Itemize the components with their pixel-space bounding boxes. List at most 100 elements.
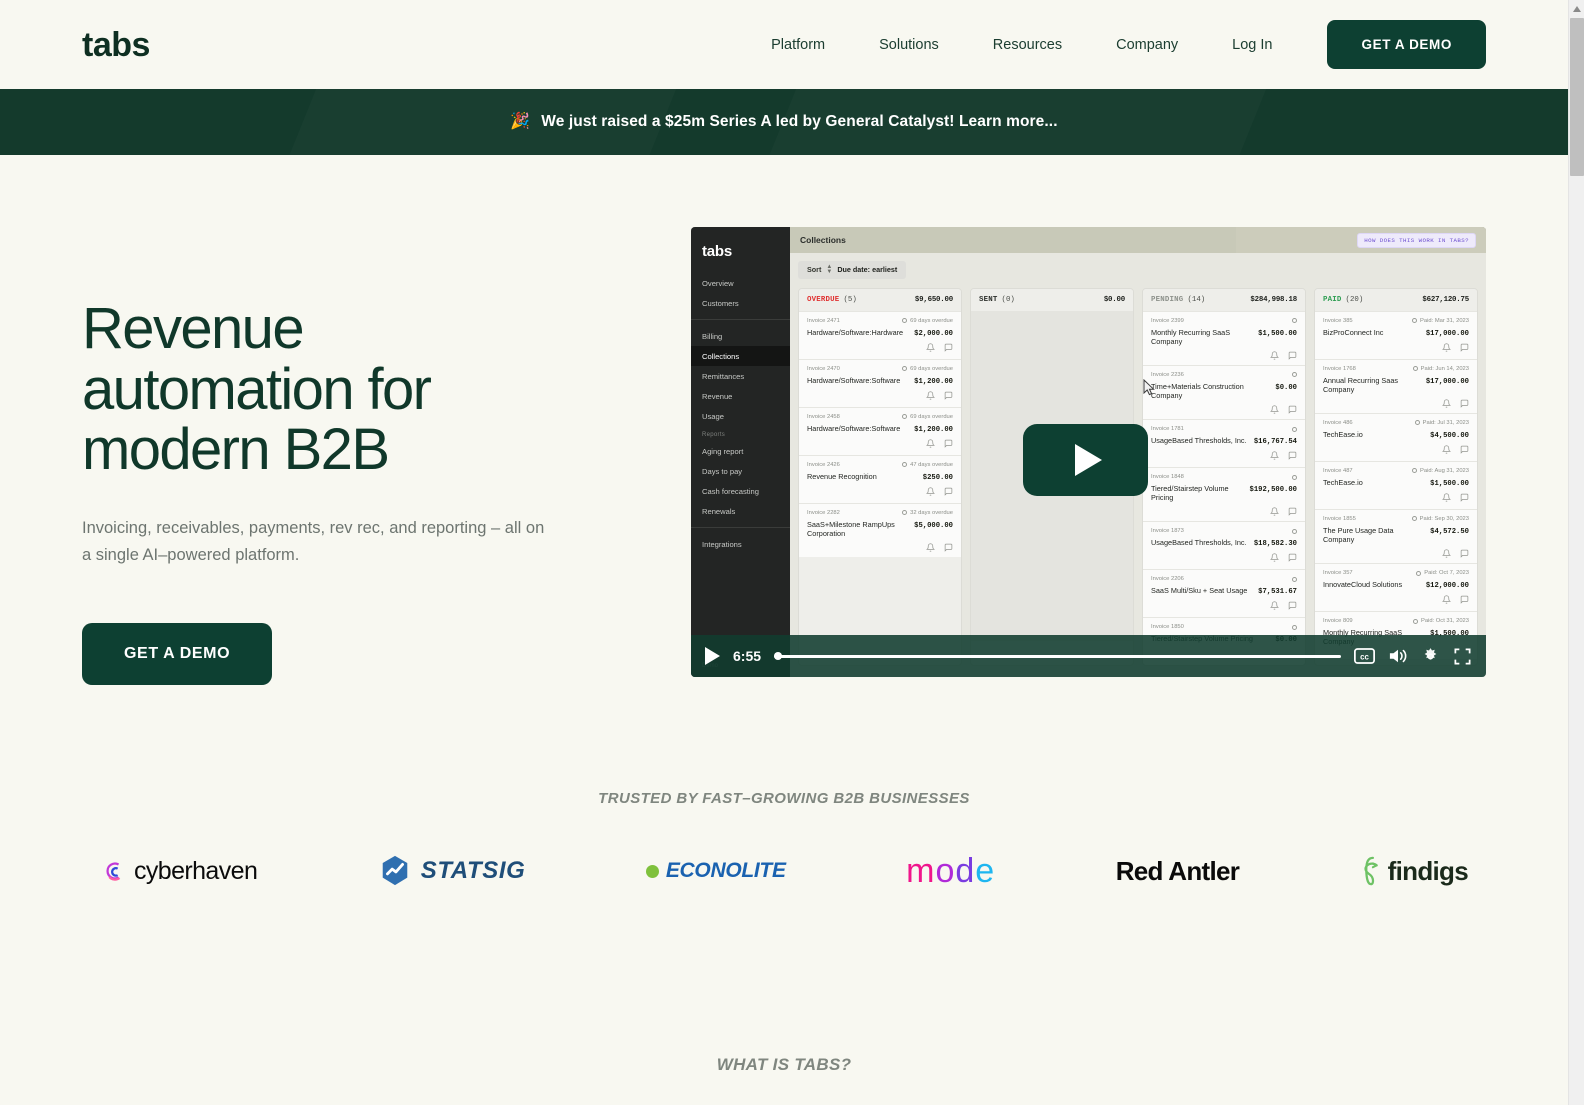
- sidebar-item-cash-forecasting[interactable]: Cash forecasting: [691, 481, 790, 501]
- invoice-card[interactable]: Invoice 487 Paid: Aug 31, 2023 TechEase.i…: [1315, 460, 1477, 509]
- sidebar-item-integrations[interactable]: Integrations: [691, 534, 790, 554]
- announcement-banner[interactable]: 🎉 We just raised a $25m Series A led by …: [0, 89, 1568, 155]
- comment-icon[interactable]: [1288, 507, 1297, 517]
- comment-icon[interactable]: [1288, 405, 1297, 414]
- invoice-amount: $0.00: [1275, 383, 1297, 392]
- logo-cyberhaven: cyberhaven: [100, 847, 258, 895]
- how-does-this-work-badge[interactable]: HOW DOES THIS WORK IN TABS?: [1357, 232, 1476, 248]
- bell-icon[interactable]: [1442, 493, 1451, 502]
- sidebar-item-billing[interactable]: Billing: [691, 326, 790, 346]
- scrollbar-thumb[interactable]: [1570, 18, 1584, 176]
- bell-icon[interactable]: [1270, 507, 1279, 516]
- invoice-card[interactable]: Invoice 2470 69 days overdue Hardware/Sof…: [799, 358, 961, 407]
- invoice-meta: Paid: Sep 30, 2023: [1419, 515, 1469, 522]
- volume-icon[interactable]: [1388, 647, 1408, 665]
- bell-icon[interactable]: [926, 486, 935, 496]
- bell-icon[interactable]: [926, 390, 935, 400]
- bell-icon[interactable]: [1270, 601, 1279, 610]
- invoice-card[interactable]: Invoice 2471 69 days overdue Hardware/Sof…: [799, 310, 961, 359]
- invoice-customer: TechEase.io: [1323, 429, 1363, 439]
- clock-icon: [1292, 372, 1297, 378]
- hero-get-a-demo-button[interactable]: GET A DEMO: [82, 623, 273, 686]
- sidebar-item-revenue[interactable]: Revenue: [691, 386, 790, 406]
- sidebar-item-aging-report[interactable]: Aging report: [691, 441, 790, 461]
- bell-icon[interactable]: [1270, 405, 1279, 414]
- bell-icon[interactable]: [1270, 553, 1279, 562]
- play-pause-icon[interactable]: [705, 647, 720, 665]
- scrollbar-up-arrow-icon[interactable]: [1569, 0, 1584, 17]
- column-count-pending: (14): [1187, 295, 1206, 304]
- invoice-meta: 69 days overdue: [910, 413, 953, 420]
- sidebar-item-overview[interactable]: Overview: [691, 273, 790, 293]
- comment-icon[interactable]: [944, 487, 953, 496]
- invoice-card[interactable]: Invoice 1848 Tiered/Stairstep Volume Pri…: [1143, 467, 1305, 522]
- nav-item-solutions[interactable]: Solutions: [852, 27, 966, 63]
- comment-icon[interactable]: [1460, 399, 1469, 408]
- video-progress-knob[interactable]: [774, 652, 783, 660]
- invoice-amount: $18,582.30: [1253, 540, 1297, 549]
- invoice-card[interactable]: Invoice 486 Paid: Jul 31, 2023 TechEase.i…: [1315, 412, 1477, 461]
- site-logo[interactable]: tabs: [82, 28, 150, 62]
- invoice-amount: $250.00: [922, 473, 953, 482]
- invoice-card[interactable]: Invoice 1768 Paid: Jun 14, 2023 Annual Re…: [1315, 358, 1477, 413]
- closed-captions-icon[interactable]: cc: [1354, 648, 1375, 664]
- comment-icon[interactable]: [944, 543, 953, 552]
- settings-gear-icon[interactable]: [1421, 647, 1440, 666]
- sidebar-item-remittances[interactable]: Remittances: [691, 366, 790, 386]
- invoice-card[interactable]: Invoice 2426 47 days overdue Revenue Reco…: [799, 454, 961, 503]
- nav-item-login[interactable]: Log In: [1205, 27, 1299, 63]
- comment-icon[interactable]: [944, 343, 953, 352]
- comment-icon[interactable]: [1460, 549, 1469, 558]
- bell-icon[interactable]: [1270, 451, 1279, 460]
- comment-icon[interactable]: [1460, 595, 1469, 604]
- invoice-card[interactable]: Invoice 2282 32 days overdue SaaS+Milesto…: [799, 502, 961, 557]
- invoice-card[interactable]: Invoice 357 Paid: Oct 7, 2023 InnovateClo…: [1315, 563, 1477, 612]
- bell-icon[interactable]: [926, 342, 935, 352]
- bell-icon[interactable]: [1442, 445, 1451, 454]
- nav-item-platform[interactable]: Platform: [744, 27, 852, 63]
- nav-item-resources[interactable]: Resources: [966, 27, 1089, 63]
- bell-icon[interactable]: [1442, 595, 1451, 604]
- column-header-pending: PENDING (14) $284,998.18: [1143, 288, 1305, 311]
- nav-item-company[interactable]: Company: [1089, 27, 1205, 63]
- bell-icon[interactable]: [926, 543, 935, 552]
- invoice-card[interactable]: Invoice 2458 69 days overdue Hardware/Sof…: [799, 406, 961, 455]
- video-play-button[interactable]: [1023, 424, 1148, 496]
- product-demo-video[interactable]: tabs Overview Customers Billing Collecti…: [691, 227, 1486, 677]
- bell-icon[interactable]: [1442, 549, 1451, 558]
- comment-icon[interactable]: [1288, 351, 1297, 360]
- invoice-card[interactable]: Invoice 2236 Time+Materials Construction…: [1143, 364, 1305, 420]
- bell-icon[interactable]: [1442, 342, 1451, 352]
- sidebar-item-days-to-pay[interactable]: Days to pay: [691, 461, 790, 481]
- sidebar-item-renewals[interactable]: Renewals: [691, 501, 790, 521]
- invoice-card[interactable]: Invoice 2399 Monthly Recurring SaaS Comp…: [1143, 310, 1305, 365]
- column-header-paid: PAID (20) $627,120.75: [1315, 288, 1477, 311]
- sidebar-group-label-reports: Reports: [702, 432, 726, 438]
- comment-icon[interactable]: [1288, 601, 1297, 611]
- video-progress-slider[interactable]: [774, 652, 1341, 660]
- header-get-a-demo-button[interactable]: GET A DEMO: [1327, 20, 1486, 69]
- comment-icon[interactable]: [1460, 493, 1469, 502]
- sidebar-item-customers[interactable]: Customers: [691, 293, 790, 313]
- sidebar-item-usage[interactable]: Usage: [691, 406, 790, 426]
- comment-icon[interactable]: [1460, 343, 1469, 352]
- comment-icon[interactable]: [1460, 445, 1469, 454]
- comment-icon[interactable]: [944, 391, 953, 400]
- sort-control[interactable]: Sort ▲ ▼ Due date: earliest: [798, 261, 907, 279]
- invoice-card[interactable]: Invoice 1855 Paid: Sep 30, 2023 The Pure …: [1315, 508, 1477, 564]
- sidebar-item-collections[interactable]: Collections: [691, 346, 790, 366]
- invoice-card[interactable]: Invoice 2206 SaaS Multi/Sku + Seat Usage…: [1143, 569, 1305, 618]
- bell-icon[interactable]: [1442, 399, 1451, 408]
- bell-icon[interactable]: [926, 438, 935, 448]
- invoice-card[interactable]: Invoice 1781 UsageBased Thresholds, Inc.…: [1143, 419, 1305, 468]
- page-scrollbar[interactable]: [1568, 0, 1584, 1105]
- comment-icon[interactable]: [1288, 451, 1297, 460]
- bell-icon[interactable]: [1270, 351, 1279, 360]
- comment-icon[interactable]: [944, 439, 953, 448]
- invoice-card[interactable]: Invoice 385 Paid: Mar 31, 2023 BizProConn…: [1315, 310, 1477, 359]
- clock-icon: [902, 510, 908, 516]
- invoice-card[interactable]: Invoice 1873 UsageBased Thresholds, Inc.…: [1143, 521, 1305, 570]
- fullscreen-icon[interactable]: [1453, 647, 1472, 666]
- comment-icon[interactable]: [1288, 553, 1297, 563]
- hero-title-line-3: modern B2B: [82, 417, 390, 483]
